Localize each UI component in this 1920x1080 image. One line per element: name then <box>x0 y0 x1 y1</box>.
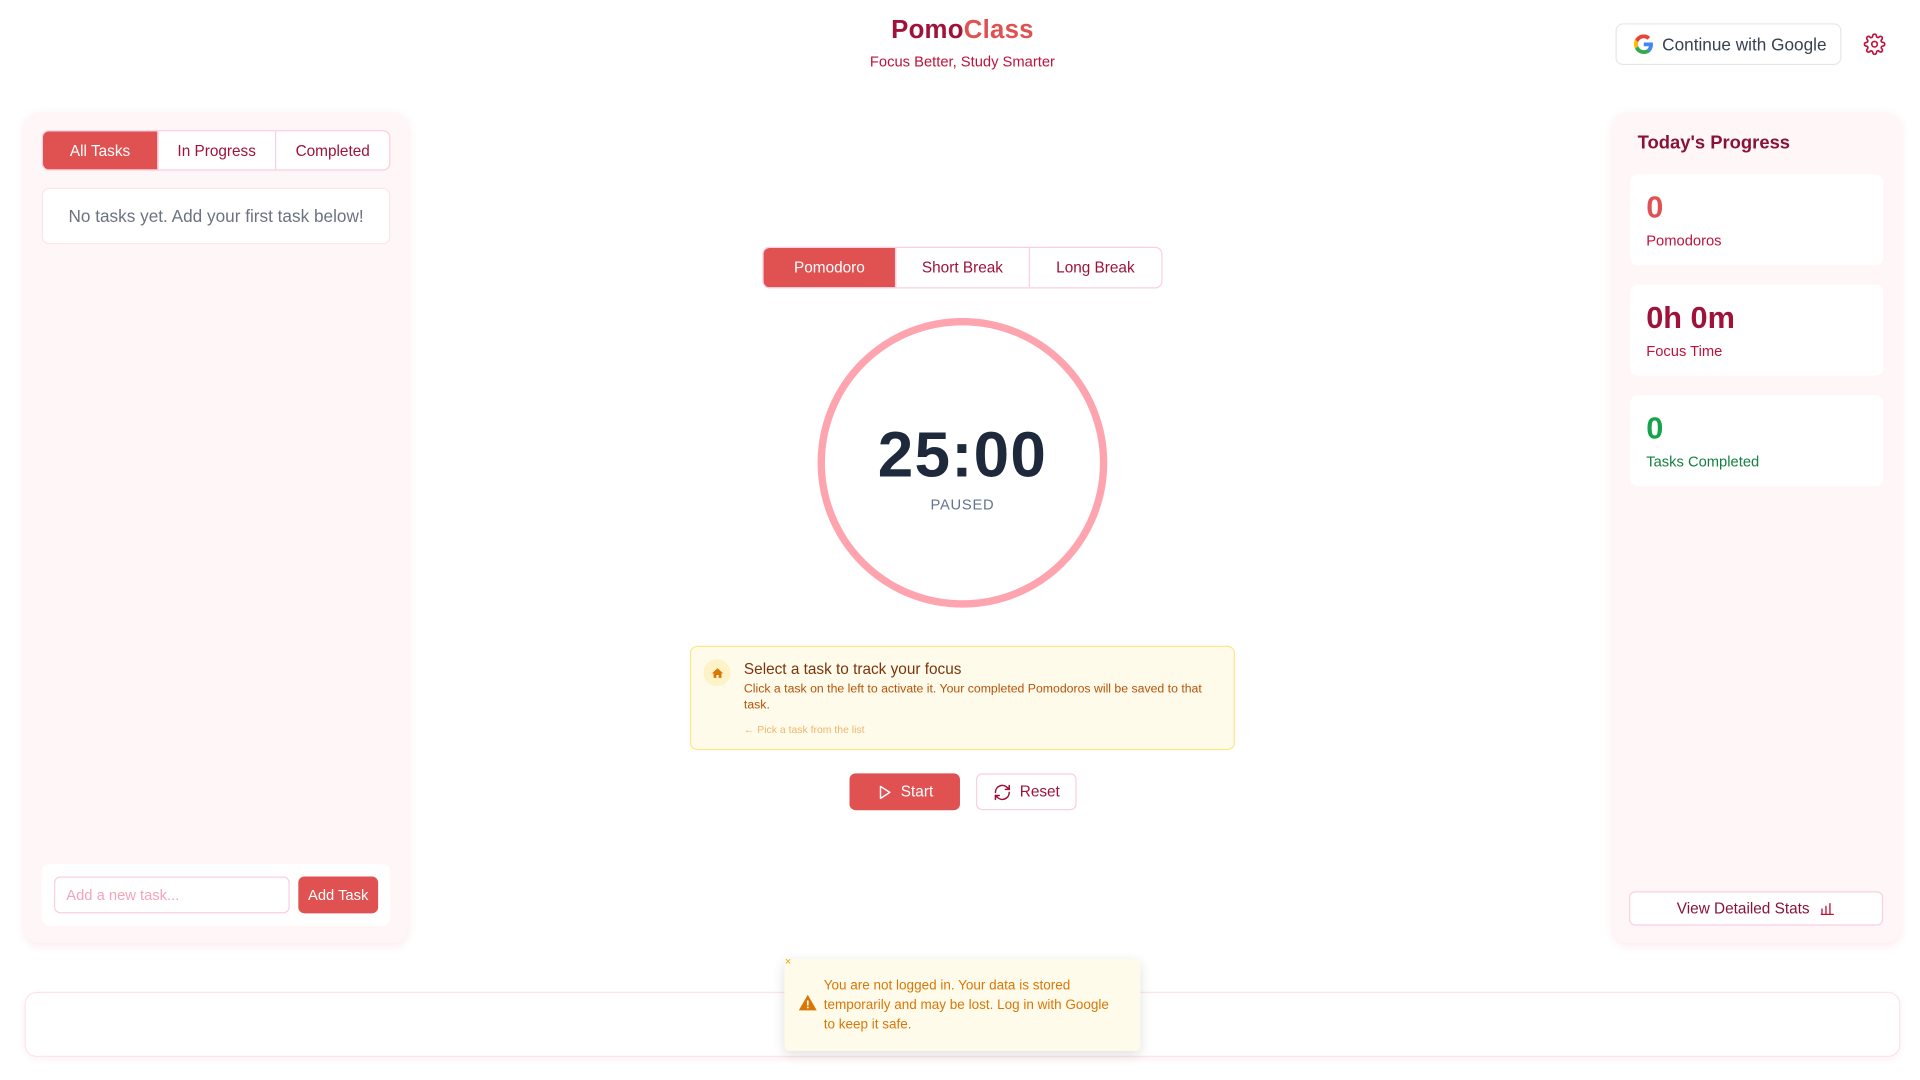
reset-label: Reset <box>1019 783 1060 801</box>
view-stats-label: View Detailed Stats <box>1676 899 1810 918</box>
close-icon[interactable]: × <box>782 955 794 967</box>
google-login-label: Continue with Google <box>1662 34 1827 55</box>
app-title-part1: Pomo <box>891 15 964 45</box>
stat-card-focus-time: 0h 0m Focus Time <box>1630 284 1884 376</box>
focus-time-value: 0h 0m <box>1646 300 1735 336</box>
tab-long-break[interactable]: Long Break <box>1030 248 1162 287</box>
tab-all-tasks[interactable]: All Tasks <box>42 131 159 170</box>
timer-status: PAUSED <box>930 495 995 514</box>
hint-footer: ← Pick a task from the list <box>743 723 865 736</box>
gear-icon[interactable] <box>1863 33 1886 56</box>
tab-pomodoro[interactable]: Pomodoro <box>763 247 897 288</box>
tasks-completed-count: 0 <box>1646 411 1664 446</box>
start-button[interactable]: Start <box>849 773 960 811</box>
focus-time-label: Focus Time <box>1646 342 1723 360</box>
tab-completed[interactable]: Completed <box>276 131 389 169</box>
tasks-panel: All Tasks In Progress Completed No tasks… <box>24 112 408 943</box>
new-task-input[interactable] <box>54 876 290 914</box>
progress-title: Today's Progress <box>1637 132 1791 154</box>
hint-title: Select a task to track your focus <box>743 660 962 678</box>
view-stats-button[interactable]: View Detailed Stats <box>1629 891 1884 926</box>
tab-in-progress[interactable]: In Progress <box>158 131 277 170</box>
warning-icon <box>798 994 817 1011</box>
reset-button[interactable]: Reset <box>975 773 1077 811</box>
add-task-row: Add Task <box>41 864 391 926</box>
pomodoros-count: 0 <box>1646 190 1664 225</box>
google-icon <box>1633 34 1653 55</box>
refresh-icon <box>994 784 1010 800</box>
pomodoros-label: Pomodoros <box>1646 232 1722 250</box>
play-icon <box>879 785 891 799</box>
timer-display: 25:00 <box>877 419 1048 492</box>
stat-card-pomodoros: 0 Pomodoros <box>1630 174 1884 266</box>
task-filter-tabs: All Tasks In Progress Completed <box>41 130 391 171</box>
progress-panel: Today's Progress 0 Pomodoros 0h 0m Focus… <box>1613 112 1901 943</box>
task-hint-card: Select a task to track your focus Click … <box>689 645 1235 751</box>
tasks-completed-label: Tasks Completed <box>1646 452 1760 471</box>
stat-card-tasks-completed: 0 Tasks Completed <box>1630 395 1884 487</box>
timer-mode-tabs: Pomodoro Short Break Long Break <box>762 246 1163 289</box>
bar-chart-icon <box>1820 902 1835 915</box>
tab-short-break[interactable]: Short Break <box>897 247 1030 288</box>
google-login-button[interactable]: Continue with Google <box>1615 23 1842 66</box>
login-warning-toast: × You are not logged in. Your data is st… <box>784 955 1141 1051</box>
add-task-button[interactable]: Add Task <box>298 876 379 914</box>
empty-tasks-message: No tasks yet. Add your first task below! <box>41 187 391 245</box>
toast-message: You are not logged in. Your data is stor… <box>823 978 1109 1033</box>
timer-circle: 25:00 PAUSED <box>817 317 1108 608</box>
app-title-part2: Class <box>963 15 1034 45</box>
start-label: Start <box>900 783 934 801</box>
hint-body: Click a task on the left to activate it.… <box>743 682 1202 713</box>
home-icon <box>703 659 731 687</box>
